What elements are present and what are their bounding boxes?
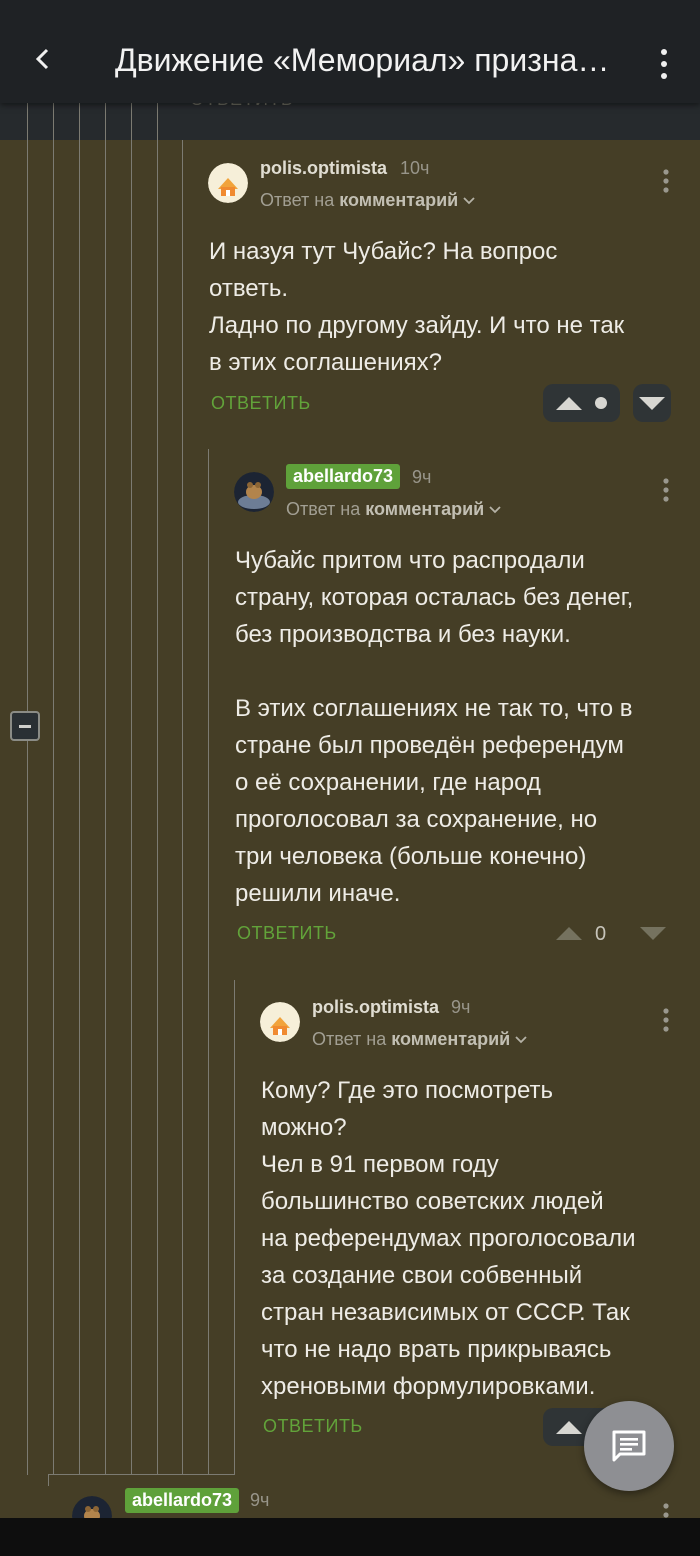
thread-line [53, 103, 54, 1475]
arrow-down-icon [639, 397, 665, 410]
reply-button[interactable]: ОТВЕТИТЬ [211, 393, 311, 414]
thread-line [48, 1474, 49, 1486]
arrow-up-icon[interactable] [556, 395, 582, 411]
vote-pill [543, 384, 620, 422]
reply-to-link[interactable]: Ответ на комментарий [260, 190, 475, 211]
username[interactable]: polis.optimista [312, 997, 439, 1018]
thread-line [182, 140, 183, 1475]
reply-to-link[interactable]: Ответ на комментарий [312, 1029, 527, 1050]
avatar-polis-optimista[interactable] [208, 163, 248, 203]
reply-button[interactable]: ОТВЕТИТЬ [237, 923, 337, 944]
collapse-icon [19, 725, 31, 728]
arrow-up-icon[interactable] [556, 1419, 582, 1435]
arrow-down-icon[interactable] [640, 926, 666, 942]
avatar-polis-optimista[interactable] [260, 1002, 300, 1042]
username[interactable]: polis.optimista [260, 158, 387, 179]
score-dot [595, 397, 607, 409]
comment-text: Кому? Где это посмотреть можно? Чел в 91… [261, 1077, 636, 1400]
comment-text: И назуя тут Чубайс? На вопрос ответь. Ла… [209, 238, 625, 376]
page-title: Движение «Мемориал» призна… [115, 42, 610, 78]
avatar-abellardo73[interactable] [234, 472, 274, 512]
more-vert-icon[interactable] [652, 44, 676, 84]
comment-time: 9ч [412, 467, 432, 487]
downvote-button[interactable] [633, 384, 671, 422]
comment-text: Чубайс притом что распродали страну, кот… [235, 547, 634, 907]
thread-line [234, 980, 235, 1475]
comment-time: 9ч [451, 997, 471, 1017]
reply-to-link[interactable]: Ответ на комментарий [286, 499, 501, 520]
thread-line [27, 103, 28, 1475]
chevron-down-icon [515, 1036, 527, 1044]
collapse-thread-button[interactable] [10, 711, 40, 741]
write-comment-button[interactable] [584, 1401, 674, 1491]
username-badge[interactable]: abellardo73 [125, 1488, 240, 1513]
thread-line [105, 103, 106, 1475]
back-arrow-icon[interactable] [28, 44, 58, 74]
more-vert-icon[interactable] [662, 1007, 670, 1033]
username-badge[interactable]: abellardo73 [286, 464, 401, 489]
top-app-bar: Движение «Мемориал» призна… [0, 0, 700, 103]
more-vert-icon[interactable] [662, 477, 670, 503]
reply-button[interactable]: ОТВЕТИТЬ [263, 1416, 363, 1437]
system-navigation-bar [0, 1518, 700, 1556]
more-vert-icon[interactable] [662, 168, 670, 194]
comment-icon [612, 1430, 646, 1462]
comment-time: 9ч [250, 1490, 270, 1510]
chevron-down-icon [489, 506, 501, 514]
thread-line [157, 103, 158, 1475]
arrow-up-icon[interactable] [556, 925, 582, 941]
thread-line [79, 103, 80, 1475]
thread-line-end [48, 1474, 235, 1475]
chevron-down-icon [463, 197, 475, 205]
thread-line [208, 449, 209, 1475]
thread-line [131, 103, 132, 1475]
comment-score: 0 [595, 923, 607, 945]
comment-time: 10ч [400, 158, 430, 178]
